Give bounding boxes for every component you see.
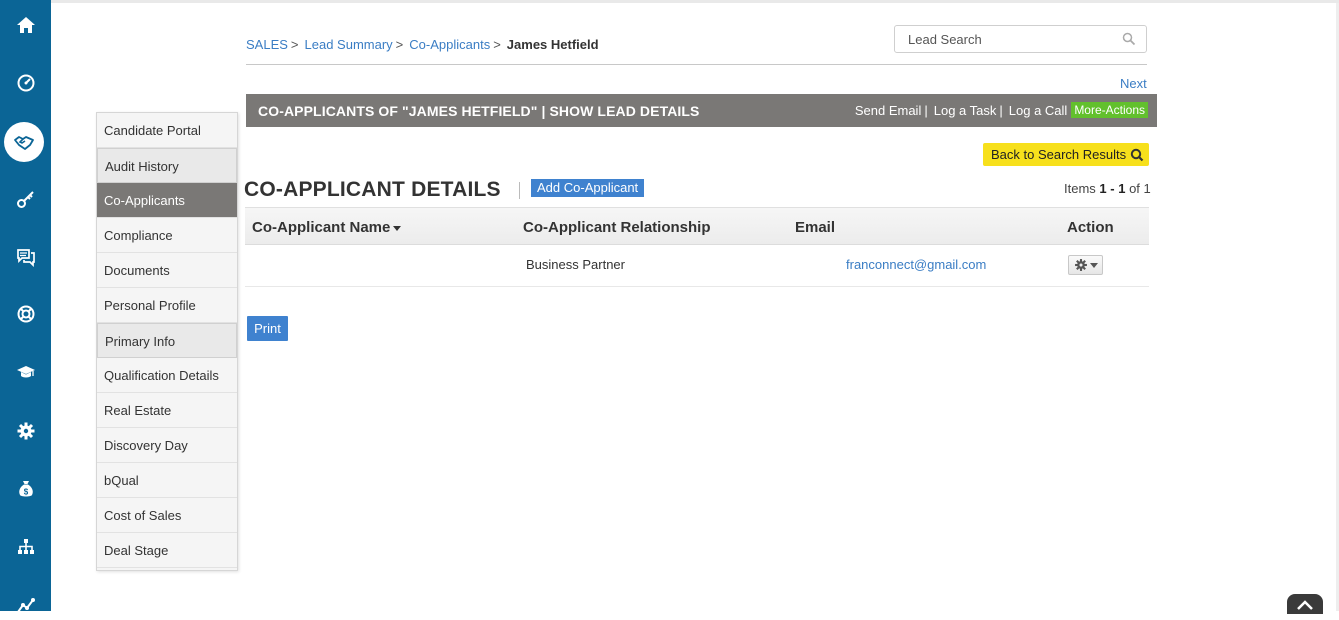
back-to-search-results-button[interactable]: Back to Search Results	[983, 143, 1149, 166]
svg-text:$: $	[23, 488, 28, 497]
sidenav-item-co-applicants[interactable]: Co-Applicants	[97, 183, 237, 218]
sidenav-item-documents[interactable]: Documents	[97, 253, 237, 288]
sidenav-item-qualification-details[interactable]: Qualification Details	[97, 358, 237, 393]
print-button[interactable]: Print	[247, 316, 288, 341]
breadcrumb-separator: >	[493, 37, 501, 52]
column-header-email: Email	[795, 219, 836, 236]
log-call-link[interactable]: Log a Call	[1009, 103, 1068, 118]
org-chart-icon[interactable]	[0, 532, 51, 562]
home-icon[interactable]	[0, 10, 51, 40]
section-title: CO-APPLICANT DETAILS	[244, 178, 501, 201]
breadcrumb: SALES > Lead Summary > Co-Applicants > James H…	[246, 37, 599, 52]
items-prefix: Items	[1064, 181, 1096, 196]
money-bag-icon[interactable]: $	[0, 474, 51, 504]
items-count: Items 1 - 1 of 1	[1064, 181, 1151, 196]
analytics-icon[interactable]	[0, 590, 51, 620]
lead-search-input[interactable]	[895, 26, 1115, 52]
sidenav-item-cost-of-sales[interactable]: Cost of Sales	[97, 498, 237, 533]
column-header-relationship: Co-Applicant Relationship	[523, 219, 711, 236]
column-header-action: Action	[1067, 219, 1114, 236]
chevron-up-icon	[1297, 600, 1313, 610]
sort-caret-icon	[393, 225, 402, 231]
add-co-applicant-button[interactable]: Add Co-Applicant	[531, 179, 645, 197]
gear-icon	[1074, 259, 1087, 271]
chevron-down-icon	[1089, 262, 1098, 268]
column-header-name-label: Co-Applicant Name	[252, 219, 391, 236]
more-actions-button[interactable]: More-Actions	[1071, 102, 1148, 118]
lead-search-box	[894, 25, 1147, 53]
sidenav-item-audit-history[interactable]: Audit History	[97, 148, 237, 183]
scroll-to-top-button[interactable]	[1287, 594, 1323, 614]
breadcrumb-co-applicants[interactable]: Co-Applicants	[409, 37, 490, 52]
lead-header-bar: CO-APPLICANTS OF "JAMES HETFIELD" | SHOW …	[246, 94, 1157, 127]
search-icon	[1130, 148, 1144, 161]
title-divider	[519, 182, 520, 199]
key-icon[interactable]	[0, 184, 51, 214]
next-link[interactable]: Next	[1120, 76, 1147, 91]
items-range: 1 - 1	[1099, 181, 1126, 196]
co-applicants-of-title: CO-APPLICANTS OF "JAMES HETFIELD"	[258, 103, 538, 119]
header-actions: Send Email | Log a Task | Log a Call More-…	[855, 102, 1148, 118]
chat-icon[interactable]	[0, 242, 51, 272]
breadcrumb-separator: >	[395, 37, 404, 52]
sidenav-item-deal-stage[interactable]: Deal Stage	[97, 533, 237, 568]
action-separator: |	[924, 102, 928, 118]
action-separator: |	[999, 102, 1003, 118]
gear-icon[interactable]	[0, 416, 51, 446]
lead-header-title: CO-APPLICANTS OF "JAMES HETFIELD" | SHOW …	[258, 103, 699, 119]
sidenav-item-discovery-day[interactable]: Discovery Day	[97, 428, 237, 463]
cell-relationship: Business Partner	[526, 257, 625, 272]
handshake-icon[interactable]	[4, 122, 44, 162]
sidenav-item-candidate-portal[interactable]: Candidate Portal	[97, 113, 237, 148]
header-divider	[246, 64, 1147, 65]
show-lead-details-link[interactable]: | SHOW LEAD DETAILS	[541, 103, 699, 119]
graduation-cap-icon[interactable]	[0, 357, 51, 387]
sidenav-item-real-estate[interactable]: Real Estate	[97, 393, 237, 428]
top-border	[51, 0, 1339, 3]
send-email-link[interactable]: Send Email	[855, 103, 921, 118]
row-action-button[interactable]	[1068, 255, 1103, 275]
back-to-search-results-label: Back to Search Results	[991, 147, 1127, 162]
sidenav-item-personal-profile[interactable]: Personal Profile	[97, 288, 237, 323]
lead-side-nav: Candidate Portal Audit History Co-Applic…	[96, 112, 238, 571]
log-task-link[interactable]: Log a Task	[934, 103, 997, 118]
co-applicants-table: Co-Applicant Name Co-Applicant Relations…	[245, 207, 1149, 287]
sidenav-item-compliance[interactable]: Compliance	[97, 218, 237, 253]
search-icon[interactable]	[1122, 32, 1136, 46]
breadcrumb-lead-summary[interactable]: Lead Summary	[305, 37, 393, 52]
items-total: of 1	[1129, 181, 1151, 196]
table-header: Co-Applicant Name Co-Applicant Relations…	[245, 207, 1149, 245]
cell-email-link[interactable]: franconnect@gmail.com	[846, 257, 986, 272]
left-nav-rail: $	[0, 0, 51, 613]
table-row: Business Partner franconnect@gmail.com	[245, 245, 1149, 287]
column-header-name[interactable]: Co-Applicant Name	[252, 219, 402, 236]
dashboard-icon[interactable]	[0, 68, 51, 98]
sidenav-item-bqual[interactable]: bQual	[97, 463, 237, 498]
breadcrumb-sales[interactable]: SALES	[246, 37, 288, 52]
breadcrumb-current: James Hetfield	[506, 37, 599, 52]
sidenav-item-primary-info[interactable]: Primary Info	[97, 323, 237, 358]
support-icon[interactable]	[0, 299, 51, 329]
breadcrumb-separator: >	[290, 37, 299, 52]
